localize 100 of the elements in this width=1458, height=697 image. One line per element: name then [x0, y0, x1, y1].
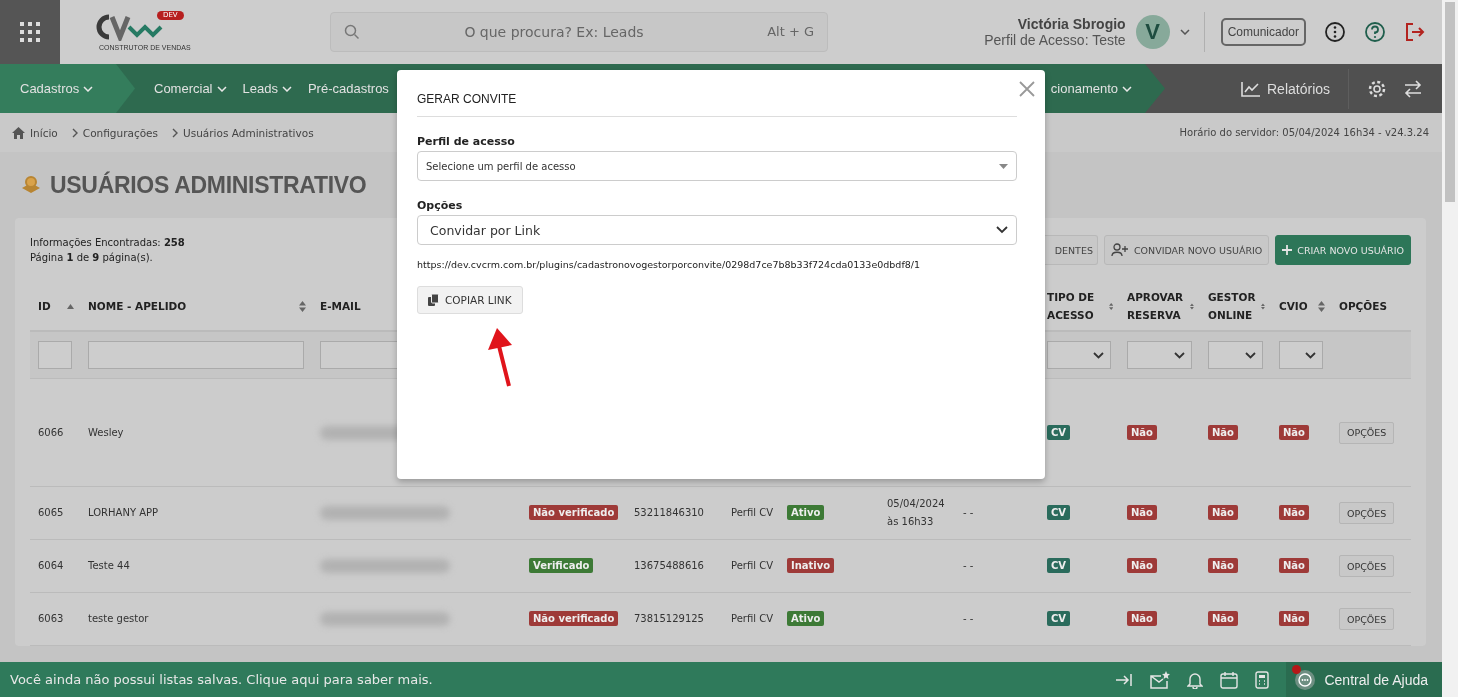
filter-select[interactable] [1279, 341, 1323, 369]
grid-icon [19, 21, 41, 43]
nav-menu-item[interactable]: Cadastros [0, 64, 135, 113]
mail-star-icon[interactable] [1150, 670, 1171, 689]
options-button[interactable]: OPÇÕES [1339, 555, 1395, 577]
nav-menu-item[interactable]: cionamento [1036, 64, 1141, 113]
options-button[interactable]: OPÇÕES [1339, 608, 1395, 630]
sort-ascending-icon[interactable] [67, 303, 74, 309]
page-title: USUÁRIOS ADMINISTRATIVO [50, 171, 367, 199]
status-badge: Não [1127, 611, 1157, 626]
table-cell: - - [963, 613, 974, 624]
home-icon [12, 126, 25, 139]
status-badge: Ativo [787, 505, 825, 520]
sort-icon[interactable] [1108, 300, 1113, 312]
options-button[interactable]: OPÇÕES [1339, 502, 1395, 524]
search-icon [344, 24, 360, 40]
chevron-down-icon [1174, 351, 1185, 359]
options-select[interactable]: Convidar por Link [417, 215, 1017, 245]
status-badge: Não [1208, 558, 1238, 573]
status-badge: Não [1208, 611, 1238, 626]
help-icon[interactable] [1364, 21, 1386, 43]
dialog-title: GERAR CONVITE [417, 70, 1017, 117]
chart-icon [1241, 80, 1261, 97]
help-center-button[interactable]: Central de Ajuda [1286, 662, 1442, 697]
status-badge: Inativo [787, 558, 835, 573]
table-cell: Perfil CV [731, 613, 774, 624]
swap-icon[interactable] [1403, 79, 1424, 98]
logo-icon [95, 13, 165, 41]
communicator-button[interactable]: Comunicador [1220, 18, 1306, 46]
filter-input[interactable] [38, 341, 72, 369]
caret-down-icon [999, 163, 1008, 169]
chevron-right-icon [172, 127, 179, 138]
sort-icon[interactable] [1318, 300, 1325, 312]
options-button[interactable]: OPÇÕES [1339, 421, 1395, 444]
pagination-info: Página 1 de 9 página(s). [30, 251, 154, 265]
arrow-to-bar-icon[interactable] [1115, 672, 1134, 687]
breadcrumb-link[interactable]: Usuários Administrativos [183, 126, 314, 139]
status-badge: Ativo [787, 611, 825, 626]
page-title-icon [20, 174, 42, 196]
column-header: GESTOR ONLINE [1208, 290, 1257, 323]
status-badge: Não [1127, 558, 1157, 573]
scrollbar[interactable] [1442, 0, 1458, 697]
table-cell: Teste 44 [88, 560, 130, 571]
chevron-down-icon [281, 85, 292, 92]
table-cell: - - [963, 560, 974, 571]
column-header: ID [38, 299, 51, 314]
column-header: TIPO DE ACESSO [1047, 290, 1096, 323]
settings-icon[interactable] [1367, 78, 1388, 99]
nav-menu-item[interactable]: Comercial [146, 64, 235, 113]
breadcrumb-link[interactable]: Início [30, 126, 58, 139]
user-avatar[interactable]: V [1135, 15, 1170, 49]
copy-icon [428, 294, 439, 306]
nav-menu-item[interactable]: Leads [234, 64, 300, 113]
logout-icon[interactable] [1404, 21, 1426, 43]
status-badge: CV [1047, 611, 1071, 626]
create-user-button[interactable]: CRIAR NOVO USUÁRIO [1275, 235, 1411, 265]
chat-icon [1294, 668, 1317, 691]
chevron-down-icon[interactable] [1179, 29, 1190, 35]
shortcut-hint: Alt + G [767, 24, 814, 39]
column-header: NOME - APELIDO [88, 299, 187, 314]
calendar-icon[interactable] [1220, 670, 1239, 689]
profile-select[interactable]: Selecione um perfil de acesso [417, 151, 1017, 181]
results-count: Informações Encontradas: 258 [30, 236, 185, 250]
breadcrumb-link[interactable]: Configurações [82, 126, 159, 139]
table-cell: 6065 [38, 507, 64, 518]
reports-link[interactable]: Relatórios [1241, 80, 1331, 97]
calculator-icon[interactable] [1255, 670, 1270, 689]
field-label: Opções [417, 199, 464, 212]
column-header: E-MAIL [320, 299, 361, 314]
field-label: Perfil de acesso [417, 135, 516, 148]
chevron-down-icon [996, 226, 1008, 234]
column-header: APROVAR RESERVA [1127, 290, 1185, 323]
status-badge: Verificado [529, 558, 594, 573]
chevron-right-icon [71, 127, 78, 138]
close-icon[interactable] [1019, 81, 1035, 97]
table-cell: 6066 [38, 426, 64, 438]
sort-icon[interactable] [299, 300, 306, 312]
chevron-down-icon [1245, 351, 1256, 359]
status-badge: CV [1047, 505, 1071, 520]
status-badge: CV [1047, 424, 1071, 440]
column-header: OPÇÕES [1339, 299, 1387, 314]
more-options-icon[interactable] [1324, 21, 1346, 43]
copy-link-button[interactable]: COPIAR LINK [417, 286, 523, 314]
apps-menu-button[interactable] [0, 0, 60, 64]
invite-user-button[interactable]: CONVIDAR NOVO USUÁRIO [1103, 235, 1270, 265]
bell-icon[interactable] [1187, 670, 1204, 689]
plus-icon [1282, 245, 1293, 255]
table-cell: Perfil CV [731, 560, 774, 571]
filter-input[interactable] [88, 341, 304, 369]
status-badge: Não [1127, 424, 1157, 440]
table-cell: teste gestor [88, 613, 149, 624]
chevron-down-icon [1093, 351, 1104, 359]
table-cell: 6064 [38, 560, 64, 571]
table-cell: 53211846310 [634, 507, 704, 518]
user-profile: Perfil de Acesso: Teste [984, 32, 1126, 48]
nav-menu-item[interactable]: Pré-cadastros [299, 64, 397, 113]
table-cell: Wesley [88, 426, 124, 438]
chevron-down-icon [83, 85, 94, 92]
status-badge: Não [1127, 505, 1157, 520]
saved-lists-message[interactable]: Você ainda não possui listas salvas. Clique aqui para saber mais. [10, 672, 433, 687]
